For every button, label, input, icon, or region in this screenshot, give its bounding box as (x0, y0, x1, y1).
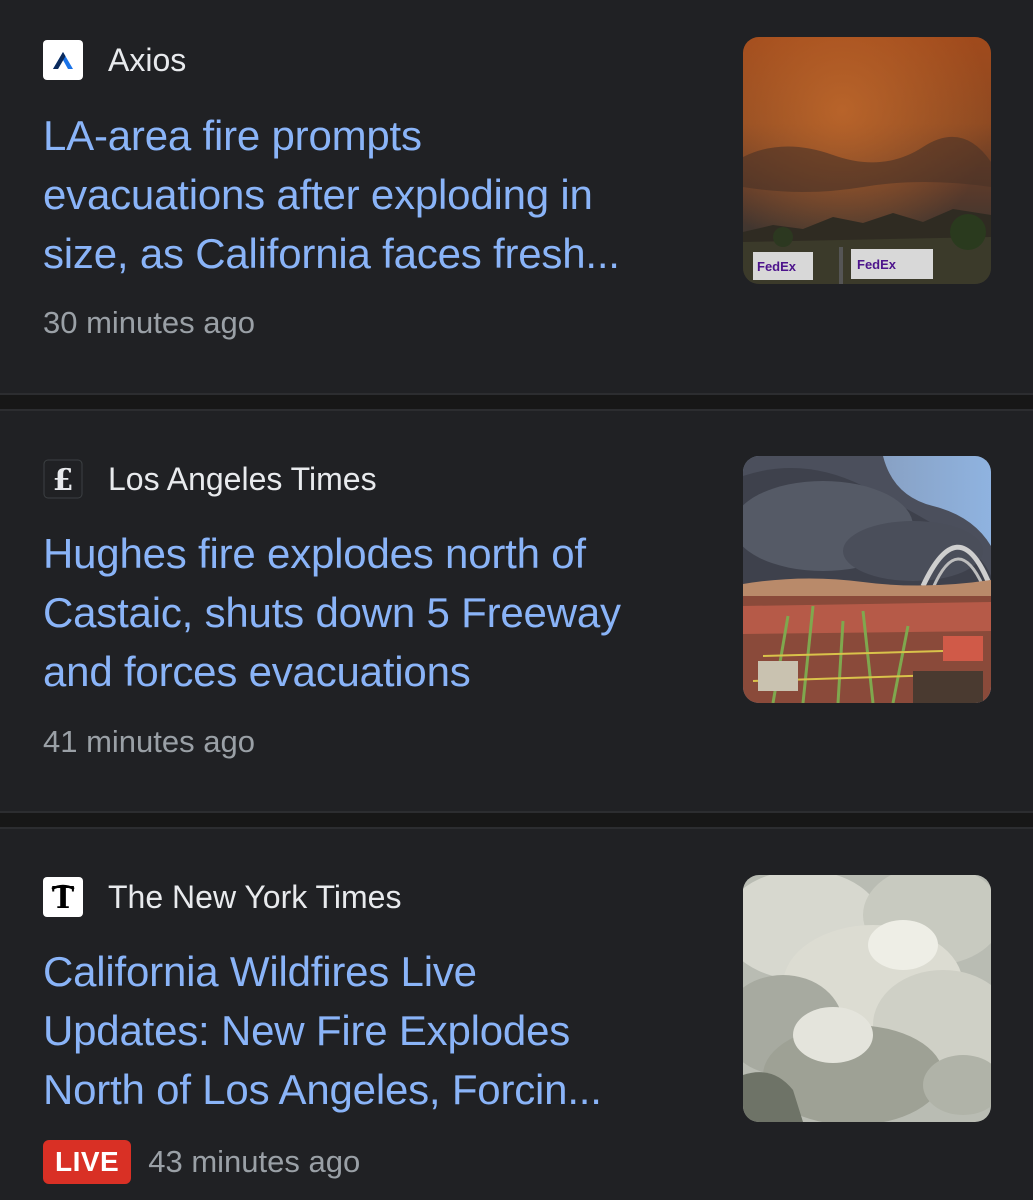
headline-link[interactable]: LA-area fire prompts evacuations after e… (43, 106, 713, 283)
card-divider (0, 811, 1033, 829)
news-card-axios[interactable]: Axios LA-area fire prompts evacuations a… (0, 0, 1033, 393)
headline-line: evacuations after exploding in (43, 171, 593, 218)
meta-row: 30 minutes ago (43, 300, 255, 346)
source-row: £ Los Angeles Times (43, 458, 377, 500)
source-name: The New York Times (108, 879, 402, 915)
headline-line: LA-area fire prompts (43, 112, 422, 159)
article-thumbnail[interactable] (743, 875, 991, 1122)
source-name: Axios (108, 42, 187, 78)
meta-row: LIVE 43 minutes ago (43, 1139, 360, 1185)
headline-line: size, as California faces fresh... (43, 230, 620, 277)
source-name: Los Angeles Times (108, 461, 377, 497)
headline-line: North of Los Angeles, Forcin... (43, 1066, 602, 1113)
nyt-logo-icon: T (43, 877, 83, 917)
live-badge: LIVE (43, 1140, 132, 1184)
headline-link[interactable]: California Wildfires Live Updates: New F… (43, 942, 713, 1119)
source-row: Axios (43, 39, 186, 81)
meta-row: 41 minutes ago (43, 719, 255, 765)
axios-logo-icon (43, 40, 83, 80)
headline-line: Castaic, shuts down 5 Freeway (43, 589, 621, 636)
headline-line: and forces evacuations (43, 648, 471, 695)
card-divider (0, 393, 1033, 411)
headline-line: California Wildfires Live (43, 948, 477, 995)
news-card-la-times[interactable]: £ Los Angeles Times Hughes fire explodes… (0, 411, 1033, 811)
headline-line: Hughes fire explodes north of (43, 530, 586, 577)
timestamp: 30 minutes ago (43, 305, 255, 340)
timestamp: 41 minutes ago (43, 724, 255, 759)
article-thumbnail[interactable]: FedEx FedEx (743, 37, 991, 284)
article-thumbnail[interactable] (743, 456, 991, 703)
fedex-sign: FedEx (857, 257, 897, 272)
headline-link[interactable]: Hughes fire explodes north of Castaic, s… (43, 524, 713, 701)
news-card-nyt[interactable]: T The New York Times California Wildfire… (0, 829, 1033, 1200)
headline-line: Updates: New Fire Explodes (43, 1007, 571, 1054)
source-row: T The New York Times (43, 876, 401, 918)
svg-text:£: £ (53, 463, 74, 498)
la-times-logo-icon: £ (43, 459, 83, 499)
fedex-sign: FedEx (757, 259, 797, 274)
timestamp: 43 minutes ago (148, 1144, 361, 1179)
